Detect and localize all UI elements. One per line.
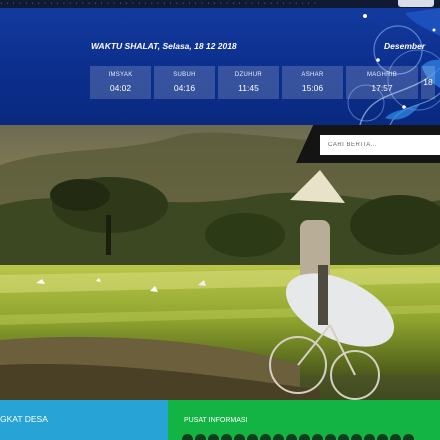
news-ticker bbox=[182, 432, 440, 440]
prayer-cell-maghrib: MAGHRIB 17:57 bbox=[346, 66, 418, 99]
footer-right-label: PUSAT INFORMASI bbox=[184, 417, 248, 424]
prayer-name: DZUHUR bbox=[234, 72, 263, 78]
prayer-cell-dzuhur: DZUHUR 11:45 bbox=[218, 66, 279, 99]
prayer-time: 17:57 bbox=[371, 83, 393, 93]
prayer-time: 04:02 bbox=[109, 83, 132, 93]
prayer-title: WAKTU SHALAT, Selasa, 18 12 2018 bbox=[91, 41, 237, 51]
prayer-name: IMSYAK bbox=[108, 72, 133, 78]
footer-left-label: GKAT DESA bbox=[0, 414, 48, 424]
prayer-cell-ashar: ASHAR 15:06 bbox=[282, 66, 343, 99]
prayer-times-banner: WAKTU SHALAT, Selasa, 18 12 2018 Desembe… bbox=[0, 8, 440, 125]
prayer-month: Desember bbox=[384, 41, 426, 51]
search-input[interactable] bbox=[320, 135, 440, 155]
top-right-button[interactable] bbox=[398, 0, 434, 7]
prayer-time: 11:45 bbox=[238, 83, 259, 93]
prayer-time: 18 bbox=[423, 77, 433, 87]
footer-right-bar[interactable]: PUSAT INFORMASI bbox=[168, 400, 440, 440]
prayer-cell-imsyak: IMSYAK 04:02 bbox=[90, 66, 151, 99]
hero-photo bbox=[0, 125, 440, 400]
prayer-time: 04:16 bbox=[173, 83, 196, 93]
prayer-time: 15:06 bbox=[301, 83, 324, 93]
rice-field-cyclist-image bbox=[0, 125, 440, 400]
prayer-cell-isya: 18 bbox=[421, 66, 435, 99]
prayer-name: SUBUH bbox=[173, 72, 196, 78]
prayer-name: MAGHRIB bbox=[366, 72, 398, 78]
top-strip bbox=[0, 0, 440, 8]
prayer-cell-subuh: SUBUH 04:16 bbox=[154, 66, 215, 99]
prayer-name: ASHAR bbox=[301, 72, 324, 78]
top-running-text bbox=[0, 0, 440, 8]
footer-left-bar[interactable]: GKAT DESA bbox=[0, 400, 168, 440]
prayer-times-row: IMSYAK 04:02 SUBUH 04:16 DZUHUR 11:45 AS… bbox=[90, 66, 435, 99]
